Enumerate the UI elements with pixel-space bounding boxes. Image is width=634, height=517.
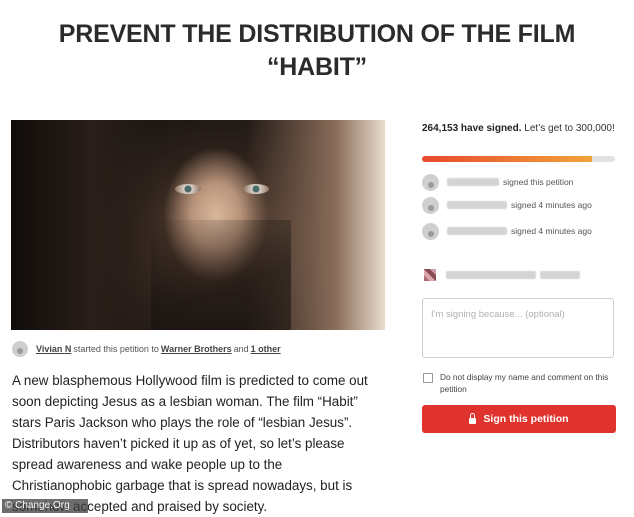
signature-progress-bar: [422, 156, 615, 162]
recent-signer: signed 4 minutes ago: [422, 196, 622, 214]
blurred-signer-name: [447, 178, 499, 186]
signature-progress-fill: [422, 156, 592, 162]
blurred-user-name: [446, 271, 536, 279]
avatar: [422, 222, 439, 240]
signer-action-text: signed 4 minutes ago: [511, 200, 592, 210]
petition-starter: Vivian N started this petition to Warner…: [12, 341, 283, 357]
lock-icon: [469, 413, 477, 424]
signature-count: 264,153 have signed. Let’s get to 300,00…: [422, 121, 622, 136]
recent-signer: signed 4 minutes ago: [422, 222, 622, 240]
image-shadow: [151, 220, 291, 330]
other-targets-link[interactable]: 1 other: [251, 344, 281, 354]
avatar: [422, 196, 439, 214]
petition-description: A new blasphemous Hollywood film is pred…: [12, 373, 368, 514]
and-text: and: [233, 344, 249, 354]
blurred-signer-name: [447, 201, 507, 209]
avatar: [12, 341, 28, 357]
user-avatar: [424, 269, 436, 281]
image-eye-right: [243, 184, 269, 194]
signed-count-text: 264,153 have signed.: [422, 123, 522, 134]
petition-image: [11, 120, 385, 330]
watermark: © Change.Org: [2, 499, 88, 513]
comment-input[interactable]: [422, 298, 614, 358]
current-user-row: [424, 268, 614, 282]
blurred-signer-name: [447, 227, 507, 235]
sign-petition-button[interactable]: Sign this petition: [422, 405, 616, 433]
hide-name-label: Do not display my name and comment on th…: [440, 372, 609, 394]
image-shade-left: [11, 120, 161, 330]
signer-action-text: signed 4 minutes ago: [511, 226, 592, 236]
target-link[interactable]: Warner Brothers: [161, 344, 232, 354]
signer-action-text: signed this petition: [503, 177, 574, 187]
hide-name-checkbox[interactable]: [423, 373, 433, 383]
signature-goal-text: Let’s get to 300,000!: [524, 123, 615, 134]
recent-signer: signed this petition: [422, 173, 622, 191]
avatar: [422, 173, 439, 191]
starter-name-link[interactable]: Vivian N: [36, 344, 71, 354]
started-text: started this petition to: [73, 344, 159, 354]
sign-button-label: Sign this petition: [483, 413, 569, 425]
petition-title: PREVENT THE DISTRIBUTION OF THE FILM “HA…: [58, 20, 576, 81]
image-eye-left: [175, 184, 201, 194]
hide-name-option: Do not display my name and comment on th…: [422, 371, 617, 395]
blurred-user-name: [540, 271, 580, 279]
